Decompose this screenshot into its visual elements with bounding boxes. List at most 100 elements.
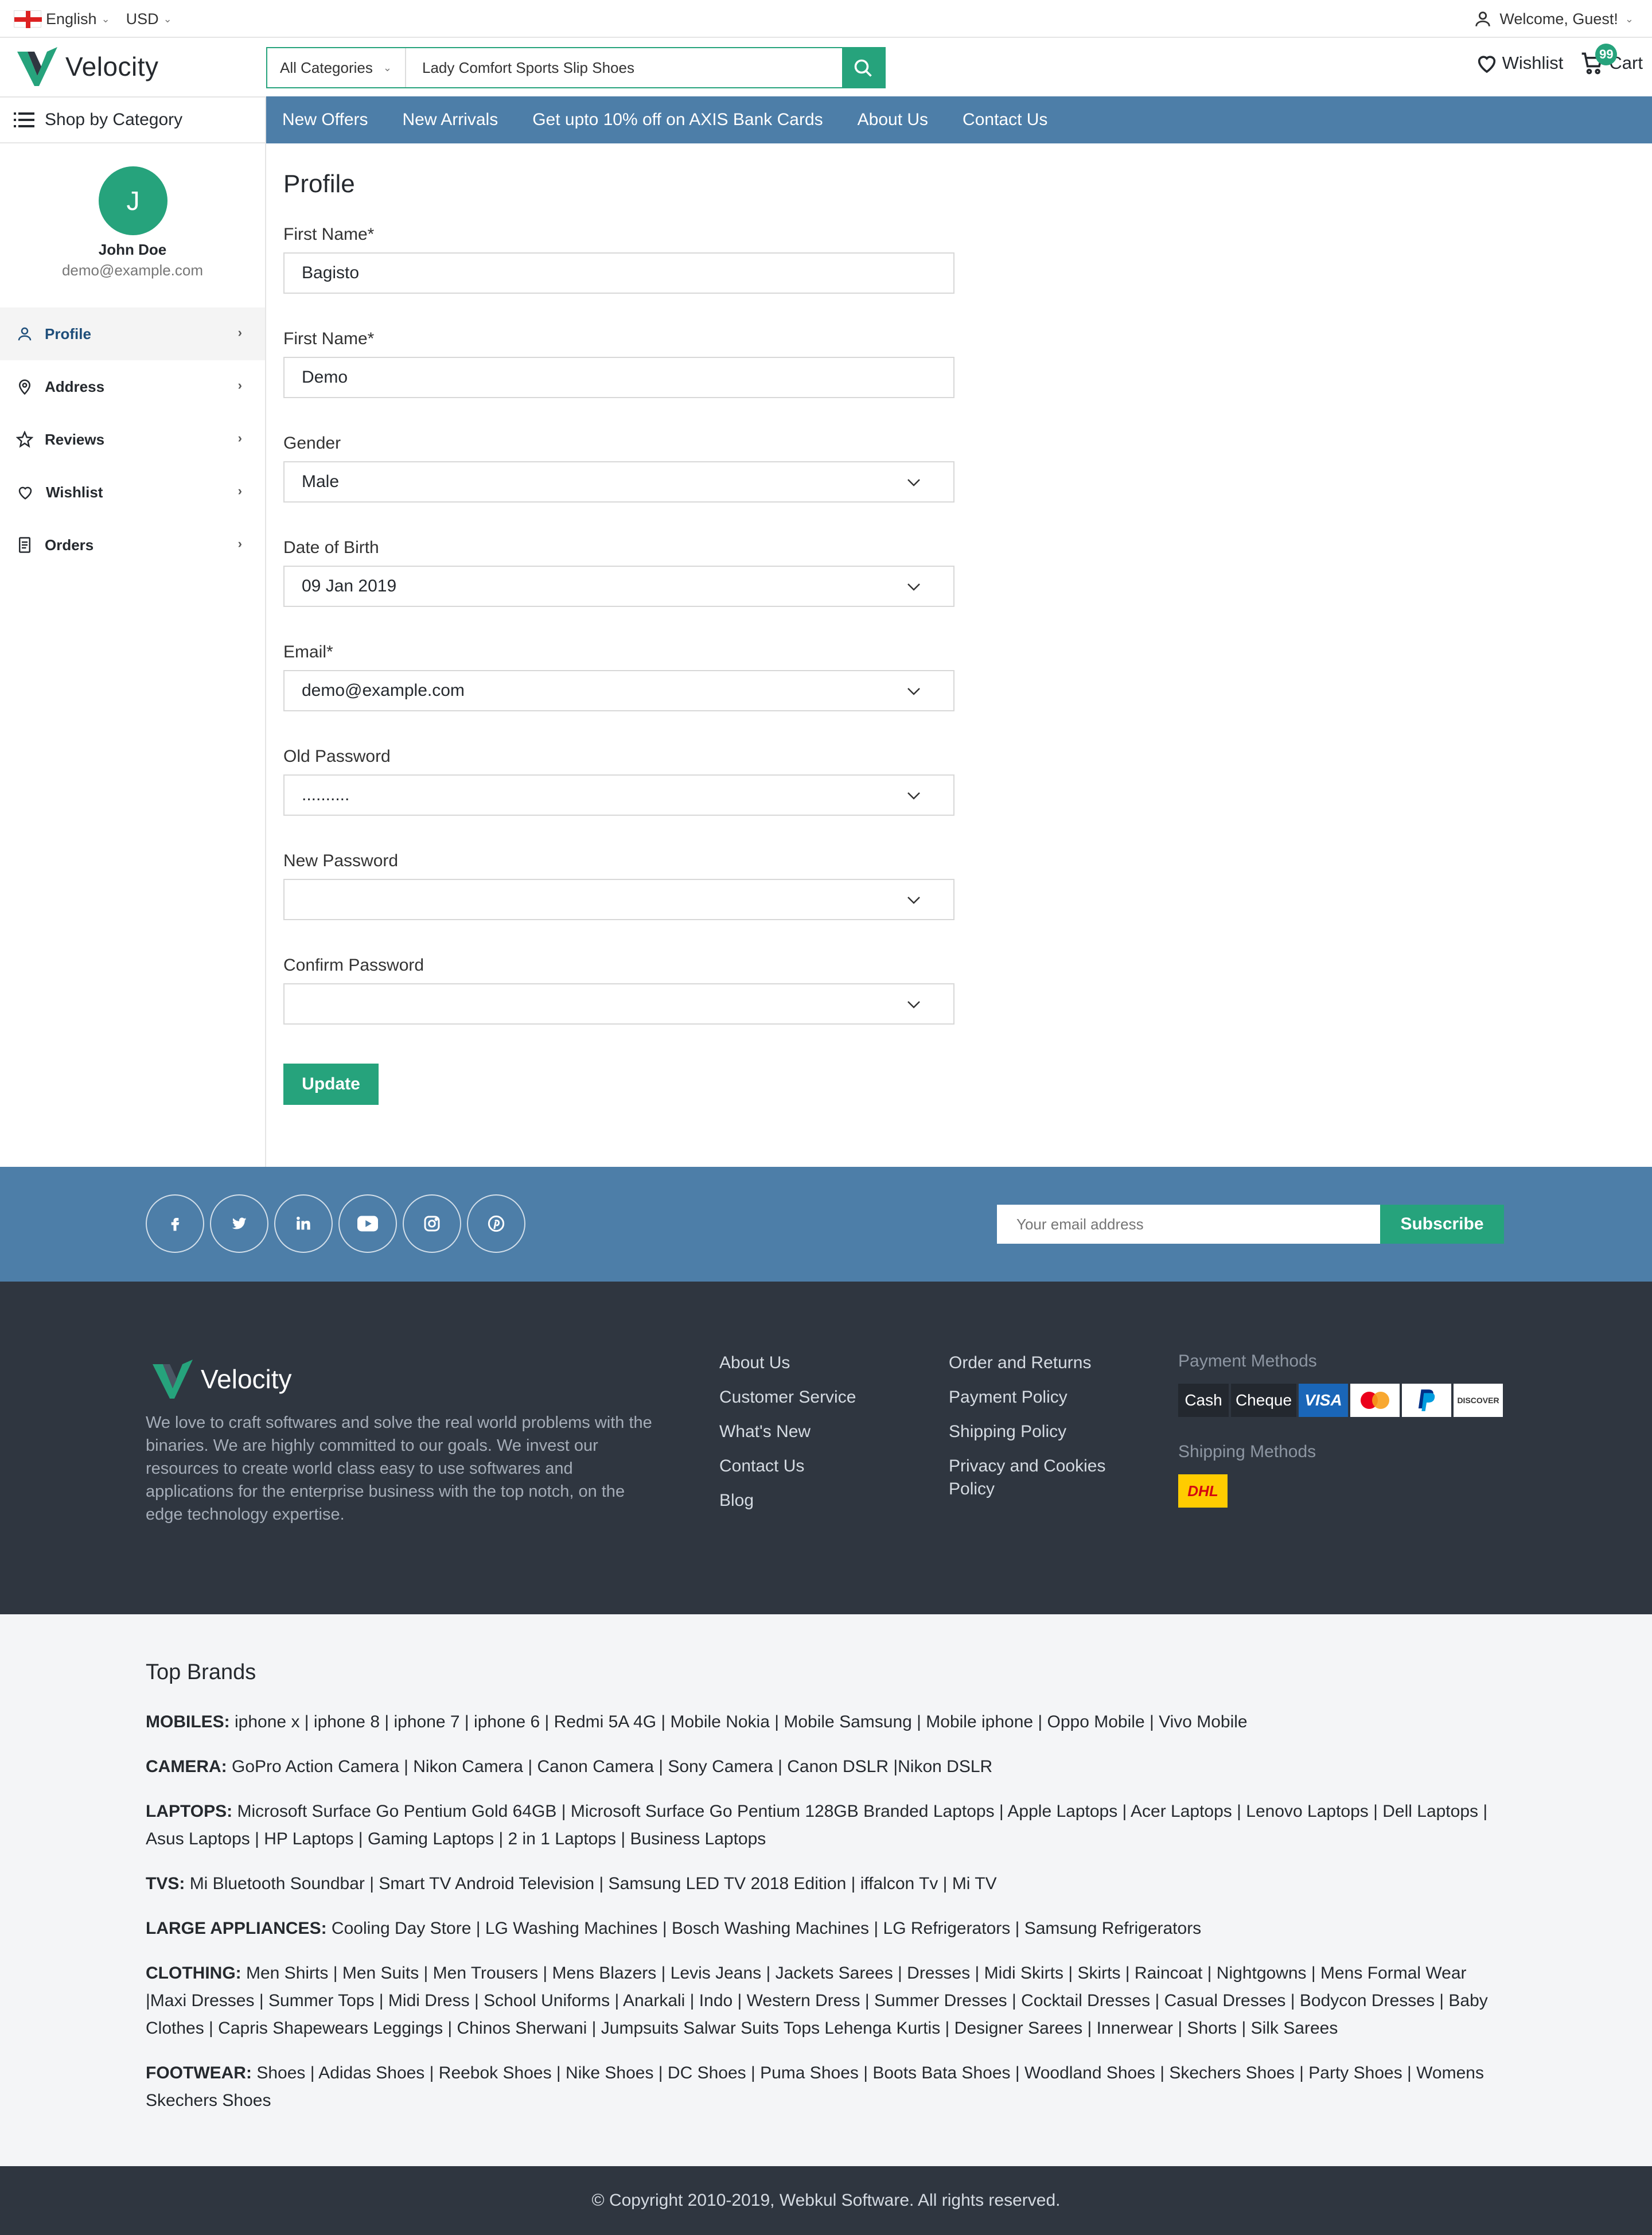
newsletter-email-input[interactable]	[997, 1205, 1380, 1244]
chevron-down-icon	[907, 897, 920, 904]
language-selector[interactable]: English ⌄	[14, 10, 110, 28]
payment-methods: Cash Cheque VISA DISCOVER	[1178, 1384, 1503, 1417]
chevron-down-icon	[907, 688, 920, 695]
dob-field[interactable]: 09 Jan 2019	[283, 566, 954, 607]
linkedin-link[interactable]	[274, 1194, 333, 1253]
facebook-link[interactable]	[146, 1194, 204, 1253]
email-field[interactable]: demo@example.com	[283, 670, 954, 711]
brand-links[interactable]: iphone x | iphone 8 | iphone 7 | iphone …	[235, 1712, 1248, 1731]
search-input[interactable]	[406, 48, 842, 87]
footer-link-blog[interactable]: Blog	[719, 1489, 856, 1512]
first-name-field[interactable]: Bagisto	[283, 252, 954, 294]
header: Velocity All Categories ⌄ Wishlist 99 Ca…	[0, 39, 1652, 96]
site-logo[interactable]: Velocity	[17, 47, 159, 86]
search-button[interactable]	[842, 48, 885, 88]
first-name-value: Bagisto	[302, 263, 360, 282]
sidebar-item-orders[interactable]: Orders ›	[0, 519, 265, 571]
footer-link-privacy-policy[interactable]: Privacy and Cookies Policy	[949, 1455, 1144, 1501]
footer-link-order-returns[interactable]: Order and Returns	[949, 1352, 1144, 1375]
brand-group-label: LAPTOPS:	[146, 1802, 233, 1821]
chevron-down-icon: ⌄	[101, 13, 110, 25]
sidebar-item-profile[interactable]: Profile ›	[0, 307, 265, 360]
instagram-icon	[424, 1216, 440, 1232]
footer-link-contact-us[interactable]: Contact Us	[719, 1455, 856, 1478]
search-category-label: All Categories	[280, 59, 373, 76]
sidebar-item-label: Address	[45, 377, 105, 395]
top-brands-title: Top Brands	[146, 1660, 256, 1684]
brand-links[interactable]: Microsoft Surface Go Pentium Gold 64GB |…	[146, 1802, 1487, 1848]
dob-label: Date of Birth	[283, 538, 379, 557]
payment-cheque: Cheque	[1231, 1384, 1296, 1417]
pinterest-link[interactable]	[467, 1194, 525, 1253]
brand-group-tvs: TVS: Mi Bluetooth Soundbar | Smart TV An…	[146, 1870, 1499, 1898]
currency-selector[interactable]: USD ⌄	[126, 10, 172, 28]
chevron-right-icon: ›	[237, 536, 242, 551]
brand-links[interactable]: GoPro Action Camera | Nikon Camera | Can…	[232, 1757, 992, 1776]
main-nav: New Offers New Arrivals Get upto 10% off…	[266, 96, 1652, 143]
footer-link-payment-policy[interactable]: Payment Policy	[949, 1386, 1144, 1409]
pinterest-icon	[488, 1215, 505, 1232]
nav-about-us[interactable]: About Us	[858, 110, 928, 130]
sidebar-item-address[interactable]: Address ›	[0, 360, 265, 413]
gender-select[interactable]: Male	[283, 461, 954, 503]
brand-group-large-appliances: LARGE APPLIANCES: Cooling Day Store | LG…	[146, 1915, 1499, 1942]
chevron-down-icon	[907, 1001, 920, 1009]
nav-contact-us[interactable]: Contact Us	[963, 110, 1047, 130]
social-newsletter-bar: Subscribe	[0, 1167, 1652, 1282]
brand-links[interactable]: Cooling Day Store | LG Washing Machines …	[332, 1919, 1201, 1938]
twitter-link[interactable]	[210, 1194, 268, 1253]
footer-logo[interactable]: Velocity	[153, 1360, 292, 1399]
instagram-link[interactable]	[403, 1194, 461, 1253]
account-menu-list: Profile › Address › Reviews › Wishlist ›…	[0, 307, 265, 571]
heart-icon	[18, 486, 32, 500]
twitter-icon	[232, 1217, 247, 1229]
last-name-field[interactable]: Demo	[283, 357, 954, 398]
footer: Velocity We love to craft softwares and …	[0, 1282, 1652, 1614]
footer-link-shipping-policy[interactable]: Shipping Policy	[949, 1420, 1144, 1443]
confirm-password-label: Confirm Password	[283, 956, 424, 975]
sidebar-item-label: Reviews	[45, 430, 105, 448]
account-menu[interactable]: Welcome, Guest! ⌄	[1473, 0, 1634, 38]
menu-icon	[14, 112, 34, 127]
nav-axis-offer[interactable]: Get upto 10% off on AXIS Bank Cards	[532, 110, 823, 130]
chevron-down-icon	[907, 792, 920, 800]
gender-value: Male	[302, 472, 340, 491]
search-category-select[interactable]: All Categories ⌄	[267, 48, 406, 87]
cart-link[interactable]: 99 Cart	[1579, 44, 1643, 76]
old-password-value: ..........	[302, 785, 350, 804]
update-button[interactable]: Update	[283, 1064, 379, 1105]
account-sidebar: J John Doe demo@example.com Profile › Ad…	[0, 143, 266, 1167]
brand-links[interactable]: Men Shirts | Men Suits | Men Trousers | …	[146, 1964, 1488, 2038]
sidebar-item-reviews[interactable]: Reviews ›	[0, 413, 265, 466]
welcome-text: Welcome, Guest!	[1499, 10, 1618, 28]
user-email: demo@example.com	[61, 262, 204, 279]
nav-new-arrivals[interactable]: New Arrivals	[403, 110, 498, 130]
confirm-password-field[interactable]	[283, 983, 954, 1025]
wishlist-label: Wishlist	[1502, 53, 1564, 73]
language-label: English	[46, 10, 97, 28]
email-value: demo@example.com	[302, 681, 465, 700]
sidebar-item-wishlist[interactable]: Wishlist ›	[0, 466, 265, 519]
velocity-logo-icon	[17, 47, 57, 86]
chevron-right-icon: ›	[237, 378, 242, 392]
wishlist-link[interactable]: Wishlist	[1475, 52, 1564, 75]
brand-links[interactable]: Mi Bluetooth Soundbar | Smart TV Android…	[190, 1874, 997, 1893]
footer-link-about-us[interactable]: About Us	[719, 1352, 856, 1375]
brand-group-label: TVS:	[146, 1874, 185, 1893]
subscribe-button[interactable]: Subscribe	[1380, 1205, 1504, 1244]
footer-links-col-1: About Us Customer Service What's New Con…	[719, 1352, 856, 1524]
new-password-field[interactable]	[283, 879, 954, 920]
old-password-label: Old Password	[283, 747, 391, 766]
shop-by-category-button[interactable]: Shop by Category	[0, 96, 266, 143]
page-title: Profile	[283, 170, 355, 198]
location-icon	[18, 379, 31, 395]
brand-links[interactable]: Shoes | Adidas Shoes | Reebok Shoes | Ni…	[146, 2063, 1484, 2109]
youtube-link[interactable]	[338, 1194, 397, 1253]
nav-new-offers[interactable]: New Offers	[282, 110, 368, 130]
chevron-down-icon	[907, 479, 920, 486]
last-name-label: First Name*	[283, 329, 375, 348]
payment-discover: DISCOVER	[1454, 1384, 1503, 1417]
old-password-field[interactable]: ..........	[283, 774, 954, 816]
footer-link-whats-new[interactable]: What's New	[719, 1420, 856, 1443]
footer-link-customer-service[interactable]: Customer Service	[719, 1386, 856, 1409]
